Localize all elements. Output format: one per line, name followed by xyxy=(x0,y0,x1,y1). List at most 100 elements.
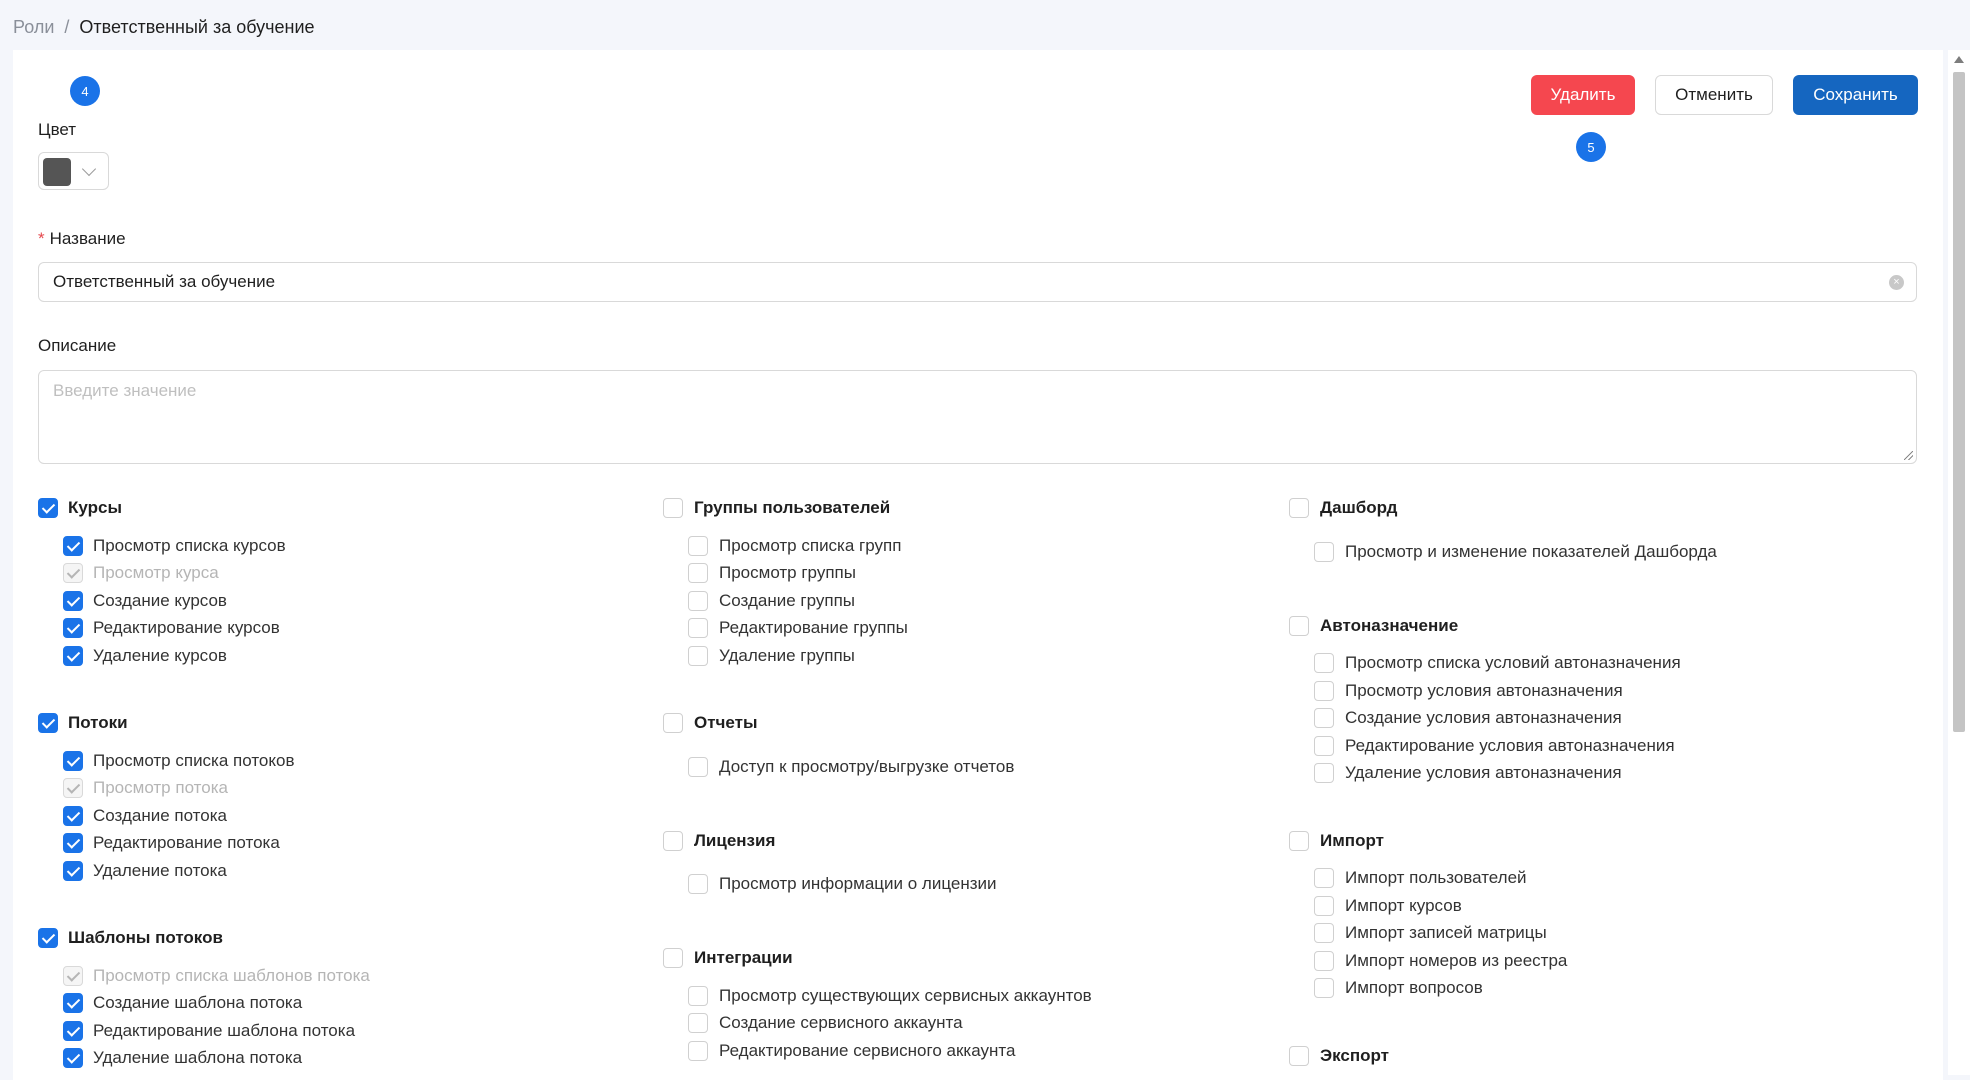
name-label-text: Название xyxy=(49,229,126,248)
checkbox-autoassign-list[interactable] xyxy=(1314,653,1334,673)
group-checkbox-import[interactable] xyxy=(1289,831,1309,851)
checkbox-dashboard-edit[interactable] xyxy=(1314,542,1334,562)
group-title-courses: Курсы xyxy=(68,498,122,517)
group-checkbox-streams[interactable] xyxy=(38,713,58,733)
checkbox-autoassign-create[interactable] xyxy=(1314,708,1334,728)
item-label: Импорт номеров из реестра xyxy=(1345,951,1568,970)
item-label: Редактирование группы xyxy=(719,618,908,637)
chevron-down-icon xyxy=(81,161,97,177)
scrollbar-thumb[interactable] xyxy=(1953,72,1965,732)
checkbox-autoassign-delete[interactable] xyxy=(1314,763,1334,783)
checkbox-stream-create[interactable] xyxy=(63,806,83,826)
checkbox-license-view[interactable] xyxy=(688,874,708,894)
item-label: Создание группы xyxy=(719,591,855,610)
scroll-up-arrow-icon[interactable] xyxy=(1954,56,1964,63)
checkbox-courses-edit[interactable] xyxy=(63,618,83,638)
group-title-reports: Отчеты xyxy=(694,713,758,732)
checkbox-courses-create[interactable] xyxy=(63,591,83,611)
checkbox-service-account-edit[interactable] xyxy=(688,1041,708,1061)
group-title-user-groups: Группы пользователей xyxy=(694,498,891,517)
checkbox-import-matrix[interactable] xyxy=(1314,923,1334,943)
checkbox-service-accounts-list[interactable] xyxy=(688,986,708,1006)
group-checkbox-courses[interactable] xyxy=(38,498,58,518)
checkbox-import-questions[interactable] xyxy=(1314,978,1334,998)
resize-grip-icon[interactable] xyxy=(1904,451,1913,460)
item-label: Импорт записей матрицы xyxy=(1345,923,1547,942)
group-title-dashboard: Дашборд xyxy=(1320,498,1398,517)
item-label: Редактирование потока xyxy=(93,833,280,852)
group-title-stream-templates: Шаблоны потоков xyxy=(68,928,223,947)
checkbox-streams-list[interactable] xyxy=(63,751,83,771)
role-form-card xyxy=(13,50,1943,1080)
checkbox-courses-list[interactable] xyxy=(63,536,83,556)
item-label: Просмотр списка курсов xyxy=(93,536,286,555)
page-scrollbar[interactable] xyxy=(1948,50,1970,1075)
checkbox-group-delete[interactable] xyxy=(688,646,708,666)
item-label: Удаление группы xyxy=(719,646,855,665)
checkbox-course-view xyxy=(63,563,83,583)
item-label: Просмотр курса xyxy=(93,563,219,582)
item-label: Создание сервисного аккаунта xyxy=(719,1013,963,1032)
save-button[interactable]: Сохранить xyxy=(1793,75,1918,115)
item-label: Просмотр списка групп xyxy=(719,536,902,555)
color-swatch xyxy=(43,158,71,186)
breadcrumb: Роли / Ответственный за обучение xyxy=(13,14,315,40)
item-label: Просмотр списка потоков xyxy=(93,751,295,770)
checkbox-service-account-create[interactable] xyxy=(688,1013,708,1033)
cancel-button[interactable]: Отменить xyxy=(1655,75,1773,115)
item-label: Создание потока xyxy=(93,806,227,825)
checkbox-group-create[interactable] xyxy=(688,591,708,611)
group-checkbox-user-groups[interactable] xyxy=(663,498,683,518)
item-label: Создание шаблона потока xyxy=(93,993,303,1012)
item-label: Создание курсов xyxy=(93,591,227,610)
breadcrumb-separator: / xyxy=(64,17,70,37)
item-label: Просмотр существующих сервисных аккаунто… xyxy=(719,986,1092,1005)
checkbox-template-create[interactable] xyxy=(63,993,83,1013)
group-title-export: Экспорт xyxy=(1320,1046,1389,1065)
checkbox-reports-access[interactable] xyxy=(688,757,708,777)
delete-button[interactable]: Удалить xyxy=(1531,75,1635,115)
checkbox-courses-delete[interactable] xyxy=(63,646,83,666)
checkbox-import-registry[interactable] xyxy=(1314,951,1334,971)
breadcrumb-roles-link[interactable]: Роли xyxy=(13,17,54,37)
checkbox-import-courses[interactable] xyxy=(1314,896,1334,916)
clear-icon[interactable]: × xyxy=(1889,275,1904,290)
group-title-license: Лицензия xyxy=(694,831,776,850)
description-textarea[interactable]: Введите значение xyxy=(38,370,1917,464)
description-label: Описание xyxy=(38,336,117,355)
item-label: Просмотр группы xyxy=(719,563,856,582)
item-label: Импорт вопросов xyxy=(1345,978,1483,997)
checkbox-stream-view xyxy=(63,778,83,798)
checkbox-group-view[interactable] xyxy=(688,563,708,583)
item-label: Импорт пользователей xyxy=(1345,868,1527,887)
step-badge-4: 4 xyxy=(70,76,100,106)
checkbox-template-delete[interactable] xyxy=(63,1048,83,1068)
description-placeholder: Введите значение xyxy=(53,381,197,400)
checkbox-groups-list[interactable] xyxy=(688,536,708,556)
group-checkbox-license[interactable] xyxy=(663,831,683,851)
group-checkbox-dashboard[interactable] xyxy=(1289,498,1309,518)
group-checkbox-autoassign[interactable] xyxy=(1289,616,1309,636)
breadcrumb-current: Ответственный за обучение xyxy=(79,17,315,37)
required-mark: * xyxy=(38,229,45,248)
checkbox-template-edit[interactable] xyxy=(63,1021,83,1041)
checkbox-stream-delete[interactable] xyxy=(63,861,83,881)
item-label: Просмотр и изменение показателей Дашборд… xyxy=(1345,542,1717,561)
group-checkbox-reports[interactable] xyxy=(663,713,683,733)
checkbox-templates-list xyxy=(63,966,83,986)
group-checkbox-stream-templates[interactable] xyxy=(38,928,58,948)
checkbox-autoassign-view[interactable] xyxy=(1314,681,1334,701)
item-label: Редактирование условия автоназначения xyxy=(1345,736,1675,755)
group-checkbox-export[interactable] xyxy=(1289,1046,1309,1066)
name-input[interactable]: Ответственный за обучение × xyxy=(38,262,1917,302)
checkbox-autoassign-edit[interactable] xyxy=(1314,736,1334,756)
color-picker[interactable] xyxy=(38,152,109,190)
item-label: Просмотр списка шаблонов потока xyxy=(93,966,370,985)
name-input-value[interactable]: Ответственный за обучение xyxy=(53,272,275,292)
item-label: Просмотр списка условий автоназначения xyxy=(1345,653,1681,672)
checkbox-group-edit[interactable] xyxy=(688,618,708,638)
group-checkbox-integrations[interactable] xyxy=(663,948,683,968)
step-badge-5: 5 xyxy=(1576,132,1606,162)
checkbox-stream-edit[interactable] xyxy=(63,833,83,853)
checkbox-import-users[interactable] xyxy=(1314,868,1334,888)
